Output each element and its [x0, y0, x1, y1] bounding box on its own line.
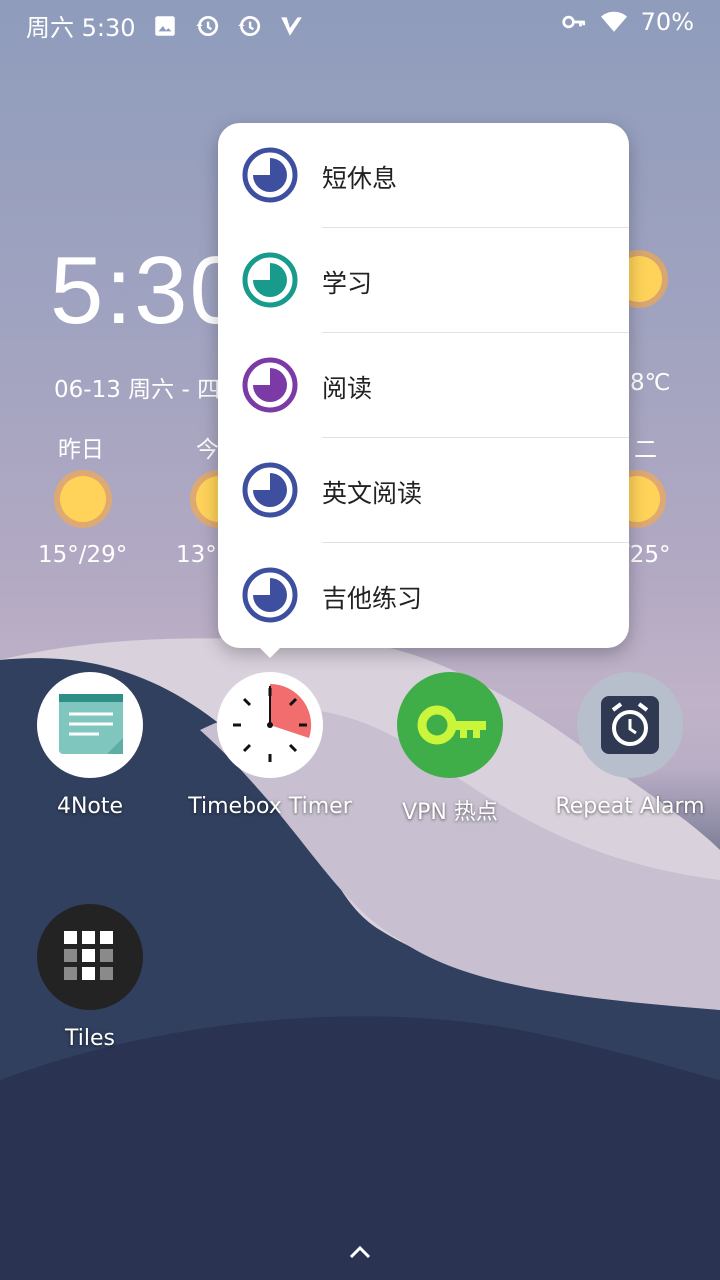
forecast-day-label: 昨日 — [58, 437, 104, 463]
wifi-icon — [600, 11, 627, 32]
shortcut-item-guitar-practice[interactable]: 吉他练习 — [218, 543, 629, 648]
app-label: 4Note — [56, 794, 124, 819]
app-label: Repeat Alarm — [555, 794, 705, 819]
image-icon — [154, 15, 175, 36]
timer-clock-icon — [217, 672, 323, 778]
app-4note[interactable]: 4Note — [0, 672, 180, 819]
shortcut-item-reading[interactable]: 阅读 — [218, 333, 629, 438]
app-label: Timebox Timer — [188, 794, 352, 819]
app-vpn-hotspot[interactable]: VPN 热点 — [360, 672, 540, 826]
widget-clock[interactable]: 5:30 — [50, 236, 245, 346]
vpn-key-icon — [562, 15, 585, 29]
app-drawer-chevron-up-icon[interactable] — [348, 1244, 372, 1260]
widget-temp: 8℃ — [630, 370, 671, 396]
popup-arrow — [258, 646, 282, 658]
timer-icon — [242, 252, 298, 308]
shortcut-label: 阅读 — [322, 374, 373, 403]
history-icon — [195, 15, 218, 36]
forecast-day-label: 今 — [196, 437, 219, 463]
widget-date: 06-13 周六 - 四 — [54, 377, 221, 403]
app-shortcut-menu: 短休息 学习 阅读 英文阅读 吉他练习 — [218, 123, 629, 648]
forecast-day-temp: /25° — [622, 542, 671, 568]
shortcut-label: 英文阅读 — [322, 479, 423, 508]
battery-percent: 70% — [640, 8, 694, 36]
tiles-icon — [37, 904, 143, 1010]
status-bar: 周六 5:30 70% — [0, 0, 720, 46]
note-icon — [37, 672, 143, 778]
timer-icon — [242, 567, 298, 623]
forecast-day-temp: 15°/29° — [38, 542, 128, 568]
sun-icon — [60, 476, 106, 522]
app-label: Tiles — [65, 1026, 115, 1051]
alarm-icon — [577, 672, 683, 778]
history-icon — [237, 15, 260, 36]
forecast-day-label: 二 — [634, 437, 657, 463]
forecast-day-temp: 13° — [176, 542, 217, 568]
key-icon — [397, 672, 503, 778]
app-timebox-timer[interactable]: Timebox Timer — [180, 672, 360, 819]
shortcut-label: 短休息 — [322, 164, 398, 193]
shortcut-label: 吉他练习 — [322, 584, 423, 613]
app-repeat-alarm[interactable]: Repeat Alarm — [540, 672, 720, 819]
shortcut-label: 学习 — [322, 269, 373, 298]
shortcut-item-study[interactable]: 学习 — [218, 228, 629, 333]
timer-icon — [242, 357, 298, 413]
shortcut-item-english-reading[interactable]: 英文阅读 — [218, 438, 629, 543]
shortcut-item-short-break[interactable]: 短休息 — [218, 123, 629, 228]
v-icon — [280, 16, 302, 36]
app-label: VPN 热点 — [402, 800, 498, 825]
timer-icon — [242, 462, 298, 518]
timer-icon — [242, 147, 298, 203]
app-tiles[interactable]: Tiles — [0, 904, 180, 1051]
status-time: 周六 5:30 — [26, 14, 136, 42]
